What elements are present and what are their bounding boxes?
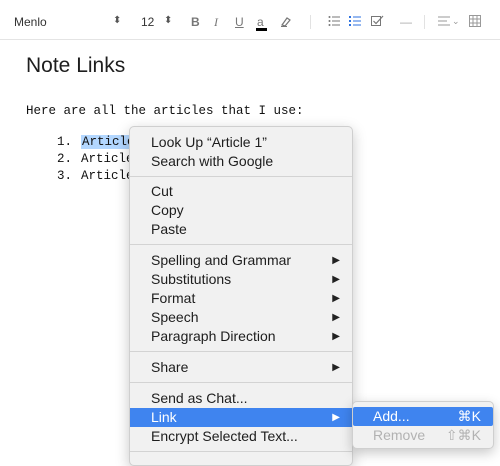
menu-item-label: Look Up “Article 1”: [151, 134, 267, 150]
menu-item-label: Copy: [151, 202, 184, 218]
menu-separator: [130, 382, 352, 383]
menu-separator: [130, 451, 352, 452]
bold-button[interactable]: B: [191, 15, 200, 29]
menu-item-label: Paste: [151, 221, 187, 237]
menu-item-encrypt[interactable]: Encrypt Selected Text...: [130, 427, 352, 446]
keyboard-shortcut: ⇧⌘K: [445, 427, 481, 443]
underline-button[interactable]: U: [235, 15, 244, 29]
italic-button[interactable]: I: [214, 15, 218, 29]
menu-item-substitutions[interactable]: Substitutions ▶: [130, 270, 352, 289]
menu-item-label: Encrypt Selected Text...: [151, 428, 298, 444]
menu-item-speech[interactable]: Speech ▶: [130, 308, 352, 327]
menu-item-label: Substitutions: [151, 271, 232, 287]
checklist-icon[interactable]: [371, 15, 384, 30]
highlight-icon[interactable]: [280, 15, 294, 30]
menu-item-label: Paragraph Direction: [151, 328, 276, 344]
menu-item-search-google[interactable]: Search with Google: [130, 152, 352, 171]
menu-item-lookup[interactable]: Look Up “Article 1”: [130, 133, 352, 152]
menu-item-copy[interactable]: Copy: [130, 201, 352, 220]
submenu-arrow-icon: ▶: [332, 312, 340, 323]
menu-item-label: Speech: [151, 309, 199, 325]
menu-item-paragraph-direction[interactable]: Paragraph Direction ▶: [130, 327, 352, 346]
menu-item-share[interactable]: Share ▶: [130, 358, 352, 377]
numbered-list-icon[interactable]: [349, 15, 361, 30]
menu-item-spelling-grammar[interactable]: Spelling and Grammar ▶: [130, 251, 352, 270]
list-item-number: 3.: [57, 169, 73, 183]
menu-item-paste[interactable]: Paste: [130, 220, 352, 239]
submenu-item-remove-link: Remove ⇧⌘K: [353, 426, 493, 445]
menu-item-cut[interactable]: Cut: [130, 182, 352, 201]
submenu-arrow-icon: ▶: [332, 274, 340, 285]
context-menu: Look Up “Article 1” Search with Google C…: [129, 126, 353, 466]
submenu-arrow-icon: ▶: [332, 255, 340, 266]
link-submenu: Add... ⌘K Remove ⇧⌘K: [352, 401, 494, 449]
submenu-item-label: Add...: [373, 408, 410, 424]
submenu-arrow-icon: ▶: [332, 412, 340, 423]
text-color-swatch: [256, 28, 267, 31]
menu-item-label: Search with Google: [151, 153, 274, 169]
menu-item-link[interactable]: Link ▶: [130, 408, 352, 427]
menu-separator: [130, 244, 352, 245]
font-name-select[interactable]: Menlo: [14, 15, 47, 29]
font-size-select[interactable]: 12: [141, 15, 154, 29]
menu-item-label: Share: [151, 359, 189, 375]
table-icon[interactable]: [469, 15, 481, 30]
menu-item-label: Spelling and Grammar: [151, 252, 292, 268]
menu-item-format[interactable]: Format ▶: [130, 289, 352, 308]
menu-separator: [130, 351, 352, 352]
menu-separator: [130, 176, 352, 177]
menu-item-label: Link: [151, 409, 177, 425]
chevron-updown-icon[interactable]: ⬍: [164, 14, 172, 28]
submenu-arrow-icon: ▶: [332, 331, 340, 342]
keyboard-shortcut: ⌘K: [457, 408, 481, 424]
submenu-arrow-icon: ▶: [332, 362, 340, 373]
chevron-updown-icon[interactable]: ⬍: [113, 14, 121, 28]
submenu-item-label: Remove: [373, 427, 426, 443]
menu-item-label: Cut: [151, 183, 173, 199]
menu-item-label: Send as Chat...: [151, 390, 248, 406]
format-toolbar: Menlo ⬍ 12 ⬍ B I U a — ⌄: [0, 0, 500, 40]
horizontal-rule-icon[interactable]: —: [400, 15, 412, 29]
align-icon[interactable]: [438, 15, 450, 30]
menu-item-label: Format: [151, 290, 196, 306]
toolbar-divider: [310, 15, 311, 29]
note-title[interactable]: Note Links: [26, 54, 125, 78]
chevron-down-icon[interactable]: ⌄: [452, 14, 460, 28]
submenu-arrow-icon: ▶: [332, 293, 340, 304]
submenu-item-add-link[interactable]: Add... ⌘K: [353, 407, 493, 426]
toolbar-divider: [424, 15, 425, 29]
menu-item-send-as-chat[interactable]: Send as Chat...: [130, 389, 352, 408]
text-color-button[interactable]: a: [257, 15, 264, 29]
note-intro-text[interactable]: Here are all the articles that I use:: [26, 104, 304, 118]
bulleted-list-icon[interactable]: [328, 15, 340, 30]
